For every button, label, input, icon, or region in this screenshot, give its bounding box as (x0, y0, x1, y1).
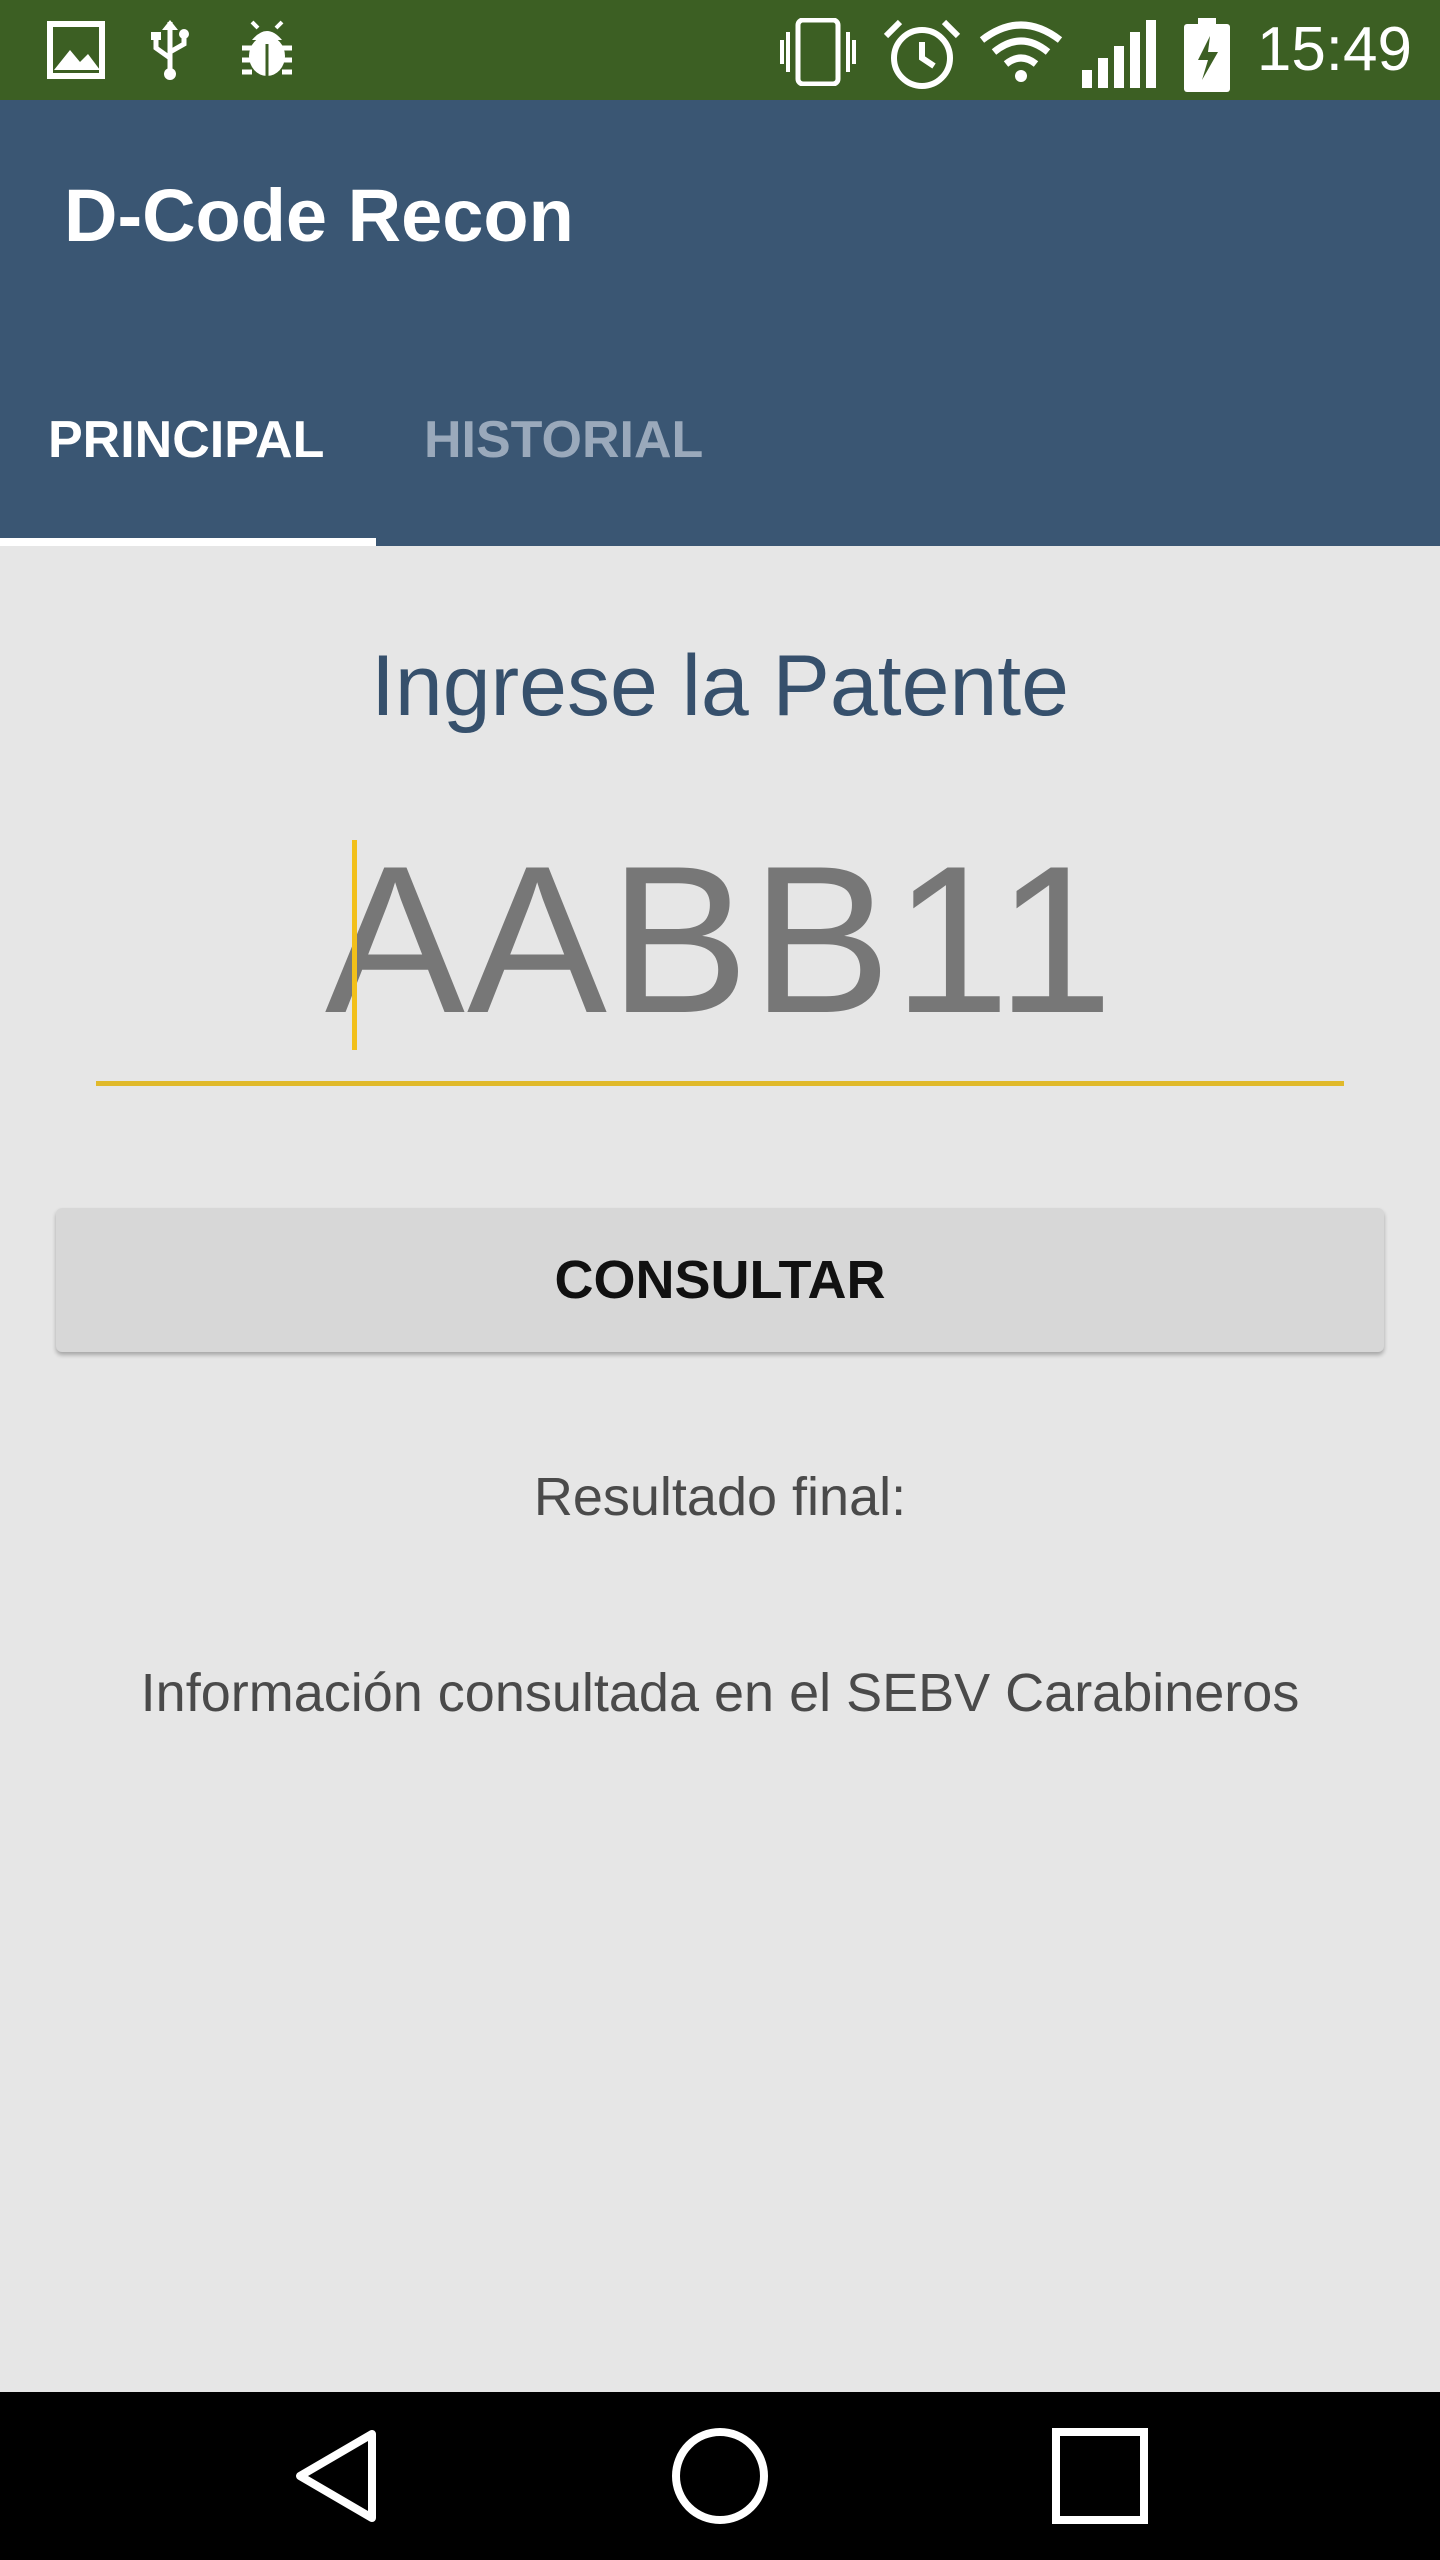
plate-input-underline (96, 1081, 1344, 1086)
debug-bug-icon (232, 18, 302, 82)
vibrate-icon (780, 17, 856, 87)
app-title: D-Code Recon (64, 174, 574, 257)
clock-time: 15:49 (1256, 15, 1412, 84)
image-icon (44, 18, 108, 82)
tab-principal[interactable]: PRINCIPAL (48, 400, 324, 540)
app-bar: D-Code Recon PRINCIPAL HISTORIAL (0, 100, 1440, 546)
alarm-icon (880, 18, 964, 89)
tab-historial[interactable]: HISTORIAL (424, 400, 703, 540)
consult-button[interactable]: CONSULTAR (56, 1208, 1384, 1352)
battery-charging-icon (1180, 18, 1234, 92)
plate-input[interactable]: AABB11 (96, 820, 1344, 1086)
consult-button-label: CONSULTAR (554, 1250, 886, 1310)
signal-icon (1080, 18, 1162, 88)
home-icon[interactable] (664, 2420, 776, 2532)
usb-icon (140, 18, 200, 82)
text-cursor (352, 840, 357, 1050)
result-label: Resultado final: (533, 1467, 907, 1527)
tab-selected-indicator (0, 538, 376, 546)
status-bar: 15:49 (0, 0, 1440, 100)
plate-input-value[interactable]: AABB11 (96, 820, 1344, 1060)
recents-icon[interactable] (1044, 2420, 1156, 2532)
navigation-bar (0, 2392, 1440, 2560)
info-source-text: Información consultada en el SEBV Carabi… (140, 1663, 1300, 1723)
plate-prompt-title: Ingrese la Patente (370, 638, 1070, 734)
back-icon[interactable] (284, 2420, 396, 2532)
wifi-icon (978, 18, 1064, 82)
screen: 15:49 D-Code Recon PRINCIPAL HISTORIAL I… (0, 0, 1440, 2560)
